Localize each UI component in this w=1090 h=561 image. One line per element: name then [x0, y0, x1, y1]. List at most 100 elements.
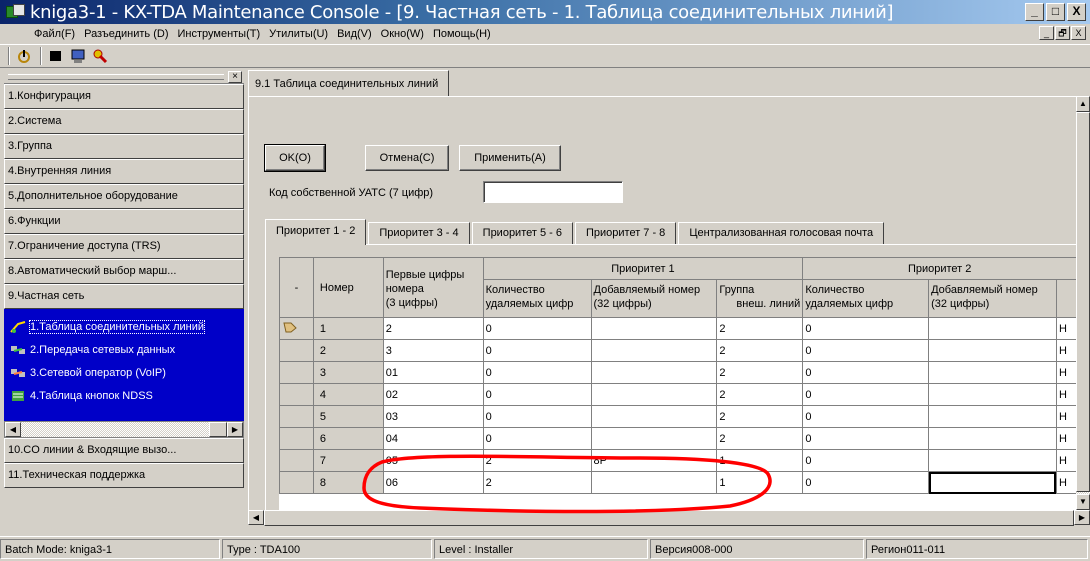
cell-first-digits[interactable]: 2 — [382, 317, 484, 340]
row-number[interactable]: 1 — [312, 317, 384, 340]
cell-trunk-group[interactable]: 2 — [716, 383, 804, 406]
cell-added-number-2[interactable] — [928, 339, 1057, 362]
vertical-scroll-thumb[interactable] — [1076, 112, 1090, 492]
cell-added-number[interactable] — [590, 361, 718, 384]
nav-horizontal-scrollbar[interactable]: ◀ ▶ — [4, 421, 244, 438]
cell-trunk-group[interactable]: 1 — [716, 471, 804, 494]
cell-del-count-2[interactable]: 0 — [802, 383, 930, 406]
scroll-right-icon[interactable]: ▶ — [1074, 510, 1090, 525]
maximize-button[interactable]: □ — [1046, 3, 1065, 21]
cell-added-number-2[interactable] — [928, 383, 1057, 406]
nav-subitem-network-data[interactable]: 2.Передача сетевых данных — [4, 338, 244, 361]
nav-item-private-network[interactable]: 9.Частная сеть — [4, 284, 244, 309]
cell-added-number-2[interactable] — [928, 427, 1057, 450]
cell-first-digits[interactable]: 05 — [382, 449, 484, 472]
cell-added-number-2[interactable] — [928, 449, 1057, 472]
cell-added-number[interactable] — [590, 383, 718, 406]
nav-item-group[interactable]: 3.Группа — [4, 134, 244, 159]
cell-added-number-2[interactable] — [928, 471, 1057, 494]
cell-del-count[interactable]: 0 — [482, 339, 592, 362]
mdi-close-button[interactable]: X — [1071, 26, 1086, 40]
tab-priority-1-2[interactable]: Приоритет 1 - 2 — [265, 219, 367, 245]
apply-button[interactable]: Применить(A) — [459, 145, 561, 171]
scroll-left-icon[interactable]: ◀ — [5, 422, 21, 437]
table-row[interactable]: 5 03 0 2 0 Н — [279, 405, 1077, 428]
table-row[interactable]: 8 06 2 1 0 Н — [279, 471, 1077, 494]
table-row[interactable]: 3 01 0 2 0 Н — [279, 361, 1077, 384]
scroll-up-icon[interactable]: ▲ — [1076, 96, 1090, 112]
cell-del-count[interactable]: 0 — [482, 405, 592, 428]
row-number[interactable]: 4 — [312, 383, 384, 406]
menu-tools[interactable]: Инструменты(T) — [178, 28, 261, 40]
row-number[interactable]: 8 — [312, 471, 384, 494]
cell-del-count[interactable]: 2 — [482, 471, 592, 494]
cell-trunk-group[interactable]: 2 — [716, 361, 804, 384]
cell-overflow[interactable]: Н — [1055, 317, 1077, 340]
menu-utilities[interactable]: Утилиты(U) — [269, 28, 328, 40]
cell-first-digits[interactable]: 03 — [382, 405, 484, 428]
scroll-down-icon[interactable]: ▼ — [1076, 494, 1090, 510]
pbx-code-input[interactable] — [483, 181, 623, 203]
cell-added-number[interactable] — [590, 427, 718, 450]
tab-tie-table[interactable]: 9.1 Таблица соединительных линий — [248, 70, 450, 96]
cell-del-count-2[interactable]: 0 — [802, 405, 930, 428]
table-row[interactable]: 23020Н — [279, 339, 1077, 362]
cell-overflow[interactable]: Н — [1055, 361, 1077, 384]
nav-subitem-ndss[interactable]: 4.Таблица кнопок NDSS — [4, 384, 244, 407]
cell-first-digits[interactable]: 06 — [382, 471, 484, 494]
nav-item-co-lines[interactable]: 10.CO линии & Входящие вызо... — [4, 438, 244, 463]
cell-del-count-2[interactable]: 0 — [802, 317, 930, 340]
menu-disconnect[interactable]: Разъединить (D) — [84, 28, 168, 40]
key-icon[interactable] — [90, 46, 110, 66]
cell-del-count-2[interactable]: 0 — [802, 471, 930, 494]
cell-overflow[interactable]: Н — [1055, 405, 1077, 428]
table-row[interactable]: 12020Н — [279, 317, 1077, 340]
tab-priority-3-4[interactable]: Приоритет 3 - 4 — [368, 222, 470, 244]
cell-trunk-group[interactable]: 2 — [716, 427, 804, 450]
menu-file[interactable]: Файл(F) — [34, 28, 75, 40]
nav-item-trs[interactable]: 7.Ограничение доступа (TRS) — [4, 234, 244, 259]
menu-window[interactable]: Окно(W) — [381, 28, 424, 40]
cell-del-count-2[interactable]: 0 — [802, 361, 930, 384]
cell-trunk-group[interactable]: 2 — [716, 339, 804, 362]
mdi-restore-button[interactable]: 🗗 — [1055, 26, 1070, 40]
cell-overflow[interactable]: Н — [1055, 471, 1077, 494]
tab-priority-7-8[interactable]: Приоритет 7 - 8 — [574, 222, 677, 244]
close-button[interactable]: X — [1067, 3, 1086, 21]
cell-added-number[interactable] — [590, 317, 718, 340]
table-row[interactable]: 6 04 0 2 0 Н — [279, 427, 1077, 450]
nav-item-maintenance[interactable]: 11.Техническая поддержка — [4, 463, 244, 488]
table-row[interactable]: 7 05 2 8P 1 0 Н — [279, 449, 1077, 472]
cell-added-number[interactable]: 8P — [590, 449, 718, 472]
cell-del-count[interactable]: 0 — [482, 383, 592, 406]
cell-added-number[interactable] — [590, 471, 718, 494]
cell-first-digits[interactable]: 3 — [382, 339, 484, 362]
panel-grip[interactable] — [8, 74, 224, 80]
nav-item-extension[interactable]: 4.Внутренняя линия — [4, 159, 244, 184]
disconnect-icon[interactable] — [46, 46, 66, 66]
cell-added-number-2[interactable] — [928, 361, 1057, 384]
cell-del-count[interactable]: 2 — [482, 449, 592, 472]
cell-trunk-group[interactable]: 2 — [716, 405, 804, 428]
row-number[interactable]: 5 — [312, 405, 384, 428]
cancel-button[interactable]: Отмена(C) — [365, 145, 449, 171]
mdi-minimize-button[interactable]: _ — [1039, 26, 1054, 40]
grid-horizontal-scrollbar[interactable]: ◀ ▶ — [248, 510, 1090, 526]
cell-added-number-2[interactable] — [928, 405, 1057, 428]
cell-del-count-2[interactable]: 0 — [802, 339, 930, 362]
cell-first-digits[interactable]: 01 — [382, 361, 484, 384]
cell-del-count[interactable]: 0 — [482, 317, 592, 340]
grid-vertical-scrollbar[interactable]: ▲ ▼ — [1076, 96, 1090, 510]
nav-subitem-tie-table[interactable]: 1.Таблица соединительных линий — [4, 315, 244, 338]
cell-overflow[interactable]: Н — [1055, 383, 1077, 406]
row-number[interactable]: 2 — [312, 339, 384, 362]
cell-overflow[interactable]: Н — [1055, 427, 1077, 450]
cell-del-count[interactable]: 0 — [482, 427, 592, 450]
menu-view[interactable]: Вид(V) — [337, 28, 372, 40]
nav-item-ars[interactable]: 8.Автоматический выбор марш... — [4, 259, 244, 284]
menu-help[interactable]: Помощь(H) — [433, 28, 491, 40]
table-row[interactable]: 4 02 0 2 0 Н — [279, 383, 1077, 406]
scroll-thumb[interactable] — [209, 422, 227, 437]
cell-overflow[interactable]: Н — [1055, 339, 1077, 362]
cell-first-digits[interactable]: 04 — [382, 427, 484, 450]
